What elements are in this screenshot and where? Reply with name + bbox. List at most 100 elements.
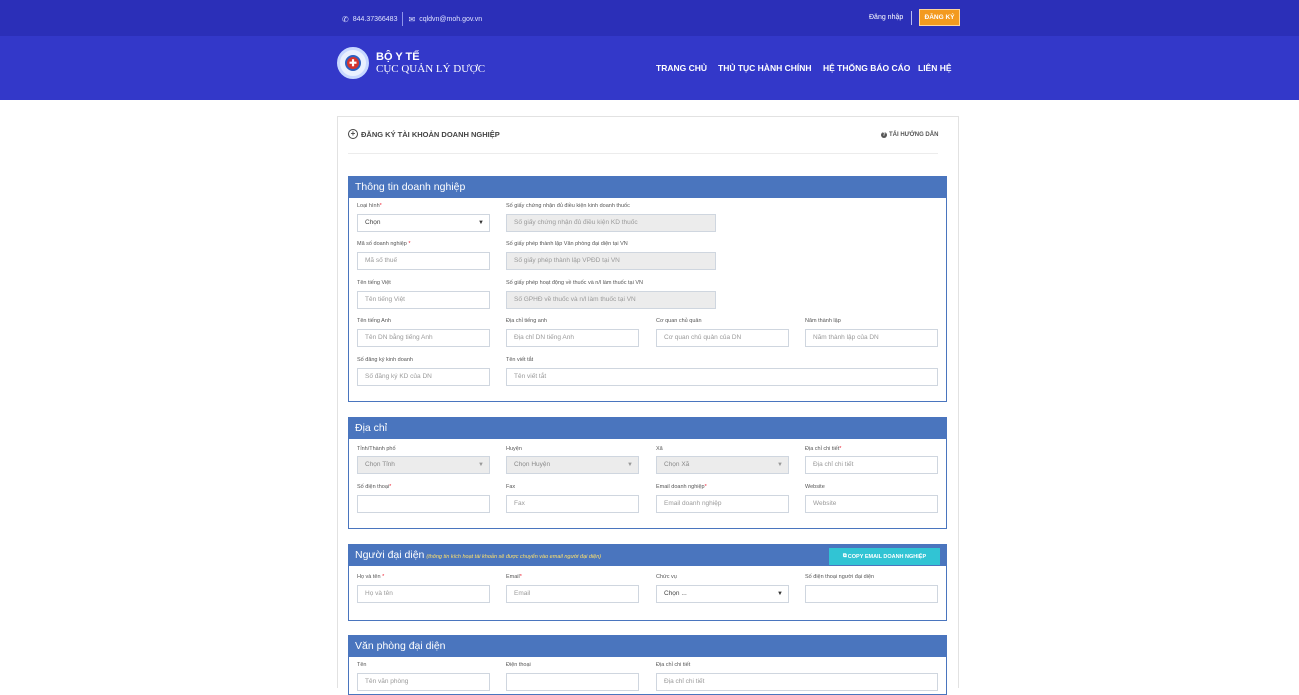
- nav-home[interactable]: TRANG CHỦ: [656, 63, 707, 73]
- office-phone-label: Điện thoại: [506, 662, 531, 668]
- section-header-company: Thông tin doanh nghiệp: [348, 176, 947, 198]
- top-bar: ✆ 844.37366483 ✉ cqldvn@moh.gov.vn Đăng …: [0, 0, 1299, 36]
- rep-name-input[interactable]: Họ và tên: [357, 585, 490, 603]
- contact-info: ✆ 844.37366483 ✉ cqldvn@moh.gov.vn: [342, 12, 482, 26]
- office-permit-input[interactable]: Số giấy phép thành lập VPĐD tại VN: [506, 252, 716, 270]
- biz-reg-label: Số đăng ký kinh doanh: [357, 357, 413, 363]
- office-name-label: Tên: [357, 662, 367, 668]
- caret-down-icon: ▼: [777, 591, 783, 597]
- fax-label: Fax: [506, 484, 516, 490]
- ministry-logo[interactable]: ✚: [337, 47, 369, 79]
- addr-en-label: Địa chỉ tiếng anh: [506, 318, 547, 324]
- website-input[interactable]: Website: [805, 495, 938, 513]
- main-header: ✚ BỘ Y TẾ CỤC QUẢN LÝ DƯỢC TRANG CHỦ THỦ…: [0, 36, 1299, 100]
- tax-code-input[interactable]: Mã số thuế: [357, 252, 490, 270]
- company-email-label: Email doanh nghiệp*: [656, 484, 707, 490]
- rep-phone-label: Số điện thoại người đại diện: [805, 574, 875, 580]
- company-email-label-text: Email doanh nghiệp: [656, 484, 705, 490]
- type-select-value: Chọn: [365, 219, 381, 226]
- district-select[interactable]: Chọn Huyện ▼: [506, 456, 639, 474]
- tax-code-label: Mã số doanh nghiệp *: [357, 241, 411, 247]
- biz-reg-input[interactable]: Số đăng ký KD của DN: [357, 368, 490, 386]
- required-mark: *: [389, 484, 392, 490]
- section-header-rep-title: Người đại diện: [355, 549, 425, 561]
- position-select[interactable]: Chọn ... ▼: [656, 585, 789, 603]
- guide-label: TẢI HƯỚNG DẪN: [889, 132, 939, 138]
- address-detail-label-text: Địa chỉ chi tiết: [805, 446, 840, 452]
- abbr-input[interactable]: Tên viết tắt: [506, 368, 938, 386]
- cert-input[interactable]: Số giấy chứng nhận đủ điều kiện KD thuốc: [506, 214, 716, 232]
- phone-label-text: Số điện thoại: [357, 484, 390, 490]
- plus-circle-icon: +: [348, 129, 358, 139]
- office-phone-input[interactable]: [506, 673, 639, 691]
- drug-permit-input[interactable]: Số GPHĐ về thuốc và n/l làm thuốc tại VN: [506, 291, 716, 309]
- required-mark: *: [379, 203, 382, 209]
- office-permit-label: Số giấy phép thành lập Văn phòng đại diệ…: [506, 241, 628, 247]
- required-mark: *: [704, 484, 707, 490]
- ward-select[interactable]: Chọn Xã ▼: [656, 456, 789, 474]
- position-select-value: Chọn ...: [664, 590, 687, 597]
- required-mark: *: [839, 446, 842, 452]
- type-select[interactable]: Chọn ▼: [357, 214, 490, 232]
- rep-email-label: Email*: [506, 574, 522, 580]
- province-select[interactable]: Chọn Tỉnh ▼: [357, 456, 490, 474]
- section-header-address: Địa chỉ: [348, 417, 947, 439]
- tax-code-label-text: Mã số doanh nghiệp: [357, 241, 407, 247]
- brand-subtitle: CỤC QUẢN LÝ DƯỢC: [376, 63, 486, 75]
- agency-label: Cơ quan chủ quản: [656, 318, 702, 324]
- address-detail-input[interactable]: Địa chỉ chi tiết: [805, 456, 938, 474]
- copy-email-button[interactable]: ⧉ COPY EMAIL DOANH NGHIỆP: [829, 548, 940, 565]
- company-email-input[interactable]: Email doanh nghiệp: [656, 495, 789, 513]
- district-select-value: Chọn Huyện: [514, 461, 551, 468]
- province-label: Tỉnh/Thành phố: [357, 446, 396, 452]
- page-title-text: ĐĂNG KÝ TÀI KHOẢN DOANH NGHIỆP: [361, 129, 500, 139]
- name-en-label: Tên tiếng Anh: [357, 318, 391, 324]
- agency-input[interactable]: Cơ quan chủ quản của DN: [656, 329, 789, 347]
- brand-title: BỘ Y TẾ: [376, 51, 420, 63]
- required-mark: *: [382, 574, 385, 580]
- district-label: Huyện: [506, 446, 522, 452]
- contact-phone: 844.37366483: [352, 15, 398, 23]
- caret-down-icon: ▼: [627, 462, 633, 468]
- rep-email-input[interactable]: Email: [506, 585, 639, 603]
- office-address-input[interactable]: Địa chỉ chi tiết: [656, 673, 938, 691]
- rep-name-label: Họ và tên *: [357, 574, 384, 580]
- website-label: Website: [805, 484, 825, 490]
- abbr-label: Tên viết tắt: [506, 357, 534, 363]
- addr-en-input[interactable]: Địa chỉ DN tiếng Anh: [506, 329, 639, 347]
- rep-email-label-text: Email: [506, 574, 520, 580]
- phone-label: Số điện thoại*: [357, 484, 391, 490]
- name-vn-input[interactable]: Tên tiếng Việt: [357, 291, 490, 309]
- divider: [402, 12, 404, 26]
- download-guide-link[interactable]: ? TẢI HƯỚNG DẪN: [881, 132, 938, 138]
- fax-input[interactable]: Fax: [506, 495, 639, 513]
- nav-reporting[interactable]: HỆ THỐNG BÁO CÁO: [823, 63, 910, 73]
- name-vn-label: Tên tiếng Việt: [357, 280, 391, 286]
- question-icon: ?: [881, 132, 887, 138]
- rep-phone-input[interactable]: [805, 585, 938, 603]
- page-title: + ĐĂNG KÝ TÀI KHOẢN DOANH NGHIỆP: [348, 129, 500, 139]
- nav-contact[interactable]: LIÊN HỆ: [918, 63, 952, 73]
- office-address-label: Địa chỉ chi tiết: [656, 662, 691, 668]
- copy-icon: ⧉: [842, 553, 847, 559]
- contact-email[interactable]: cqldvn@moh.gov.vn: [419, 16, 482, 23]
- type-label: Loại hình*: [357, 203, 382, 209]
- ward-select-value: Chọn Xã: [664, 461, 690, 468]
- name-en-input[interactable]: Tên DN bằng tiếng Anh: [357, 329, 490, 347]
- section-header-office: Văn phòng đại diện: [348, 635, 947, 657]
- caret-down-icon: ▼: [777, 462, 783, 468]
- logo-emblem-icon: ✚: [345, 55, 361, 71]
- type-label-text: Loại hình: [357, 203, 380, 209]
- position-label: Chức vụ: [656, 574, 677, 580]
- divider: [911, 11, 912, 25]
- phone-input[interactable]: [357, 495, 490, 513]
- year-label: Năm thành lập: [805, 318, 841, 324]
- register-button[interactable]: ĐĂNG KÝ: [919, 9, 960, 26]
- caret-down-icon: ▼: [478, 220, 484, 226]
- ward-label: Xã: [656, 446, 663, 452]
- address-detail-label: Địa chỉ chi tiết*: [805, 446, 841, 452]
- year-input[interactable]: Năm thành lập của DN: [805, 329, 938, 347]
- nav-procedures[interactable]: THỦ TỤC HÀNH CHÍNH: [718, 63, 812, 73]
- office-name-input[interactable]: Tên văn phòng: [357, 673, 490, 691]
- login-link[interactable]: Đăng nhập: [869, 14, 903, 21]
